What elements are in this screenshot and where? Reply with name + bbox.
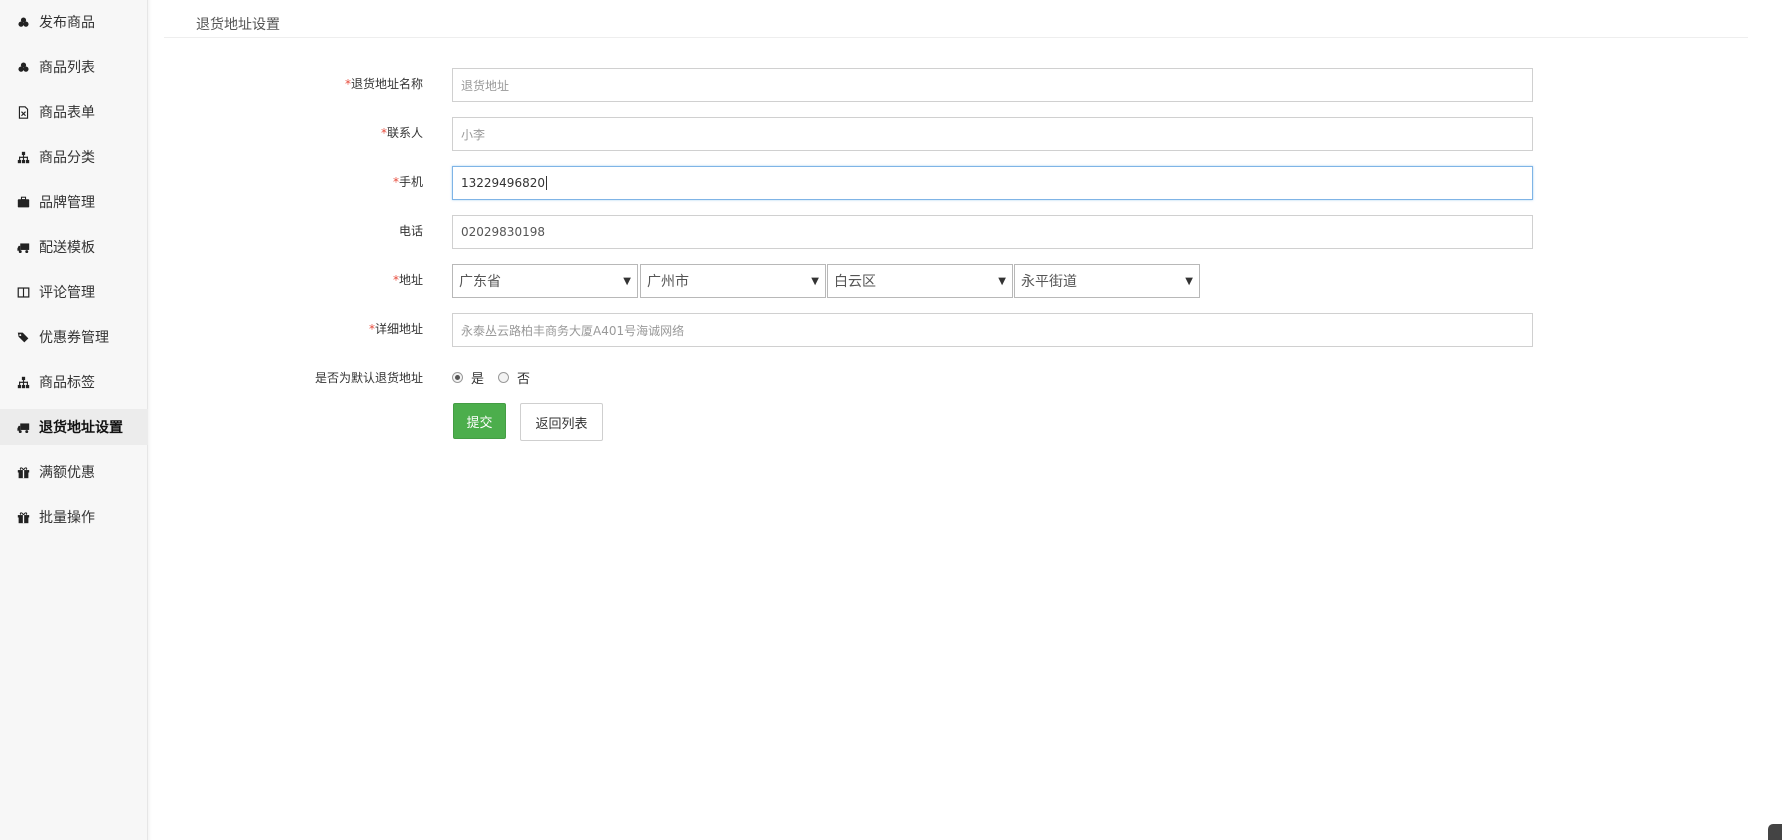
sidebar-item-shipping-template[interactable]: 配送模板 <box>0 229 148 265</box>
sidebar-item-label: 商品分类 <box>39 150 95 166</box>
default-address-radio-group: 是 否 <box>452 368 544 387</box>
sidebar-item-label: 退货地址设置 <box>39 420 123 436</box>
detail-address-label: *详细地址 <box>368 322 423 336</box>
sidebar-item-brand[interactable]: 品牌管理 <box>0 184 148 220</box>
gift-icon <box>15 509 31 525</box>
sidebar-item-label: 满额优惠 <box>39 465 95 481</box>
file-excel-icon <box>15 104 31 120</box>
submit-button[interactable]: 提交 <box>453 403 506 439</box>
province-select[interactable]: 广东省 ▼ <box>452 264 638 298</box>
sidebar-item-return-address[interactable]: 退货地址设置 <box>0 409 148 445</box>
caret-down-icon: ▼ <box>623 275 631 287</box>
truck-icon <box>15 419 31 435</box>
sidebar-item-label: 品牌管理 <box>39 195 95 211</box>
caret-down-icon: ▼ <box>811 275 819 287</box>
sidebar-divider <box>148 0 152 840</box>
gift-icon <box>15 464 31 480</box>
truck-icon <box>15 239 31 255</box>
default-yes-label[interactable]: 是 <box>471 368 484 387</box>
caret-down-icon: ▼ <box>998 275 1006 287</box>
sidebar-item-full-discount[interactable]: 满额优惠 <box>0 454 148 490</box>
sitemap-icon <box>15 374 31 390</box>
caret-down-icon: ▼ <box>1185 275 1193 287</box>
sidebar-item-product-list[interactable]: 商品列表 <box>0 49 148 85</box>
scrollbar-thumb[interactable] <box>1768 824 1782 840</box>
back-to-list-button[interactable]: 返回列表 <box>520 403 603 441</box>
detail-address-input[interactable]: 永泰丛云路柏丰商务大厦A401号海诚网络 <box>452 313 1533 347</box>
sidebar-item-label: 商品表单 <box>39 105 95 121</box>
default-address-label: 是否为默认退货地址 <box>314 371 423 385</box>
briefcase-icon <box>15 194 31 210</box>
sidebar-item-coupons[interactable]: 优惠券管理 <box>0 319 148 355</box>
contact-input[interactable]: 小李 <box>452 117 1533 151</box>
text-caret <box>545 176 547 190</box>
sidebar-item-label: 优惠券管理 <box>39 330 109 346</box>
address-label: *地址 <box>392 273 423 287</box>
mobile-input[interactable]: 13229496820 <box>452 166 1533 200</box>
district-select[interactable]: 白云区 ▼ <box>827 264 1013 298</box>
sidebar-item-label: 商品列表 <box>39 60 95 76</box>
default-no-radio[interactable] <box>498 372 510 383</box>
cubes-icon <box>15 59 31 75</box>
cubes-icon <box>15 14 31 30</box>
return-address-name-input[interactable]: 退货地址 <box>452 68 1533 102</box>
sidebar-item-publish-product[interactable]: 发布商品 <box>0 4 148 40</box>
street-select[interactable]: 永平街道 ▼ <box>1014 264 1200 298</box>
sitemap-icon <box>15 149 31 165</box>
mobile-label: *手机 <box>392 175 423 189</box>
sidebar-item-product-form[interactable]: 商品表单 <box>0 94 148 130</box>
sidebar-item-product-category[interactable]: 商品分类 <box>0 139 148 175</box>
title-divider <box>164 37 1748 38</box>
sidebar-item-label: 批量操作 <box>39 510 95 526</box>
default-no-label[interactable]: 否 <box>517 368 530 387</box>
sidebar-item-label: 商品标签 <box>39 375 95 391</box>
contact-label: *联系人 <box>380 126 423 140</box>
default-yes-radio[interactable] <box>452 372 463 383</box>
sidebar-item-label: 发布商品 <box>39 15 95 31</box>
sidebar-item-label: 配送模板 <box>39 240 95 256</box>
scrollbar[interactable] <box>1768 0 1782 840</box>
city-select[interactable]: 广州市 ▼ <box>640 264 826 298</box>
phone-input[interactable]: 02029830198 <box>452 215 1533 249</box>
sidebar-item-batch[interactable]: 批量操作 <box>0 499 148 535</box>
sidebar-item-reviews[interactable]: 评论管理 <box>0 274 148 310</box>
name-label: *退货地址名称 <box>344 77 423 91</box>
tags-icon <box>15 329 31 345</box>
page-title: 退货地址设置 <box>196 17 280 33</box>
phone-label: 电话 <box>398 224 423 238</box>
sidebar-item-label: 评论管理 <box>39 285 95 301</box>
columns-icon <box>15 284 31 300</box>
sidebar: 发布商品 商品列表 商品表单 商品分类 品牌管理 配送模板 评论管理 优惠券管理… <box>0 0 148 840</box>
sidebar-item-product-tags[interactable]: 商品标签 <box>0 364 148 400</box>
